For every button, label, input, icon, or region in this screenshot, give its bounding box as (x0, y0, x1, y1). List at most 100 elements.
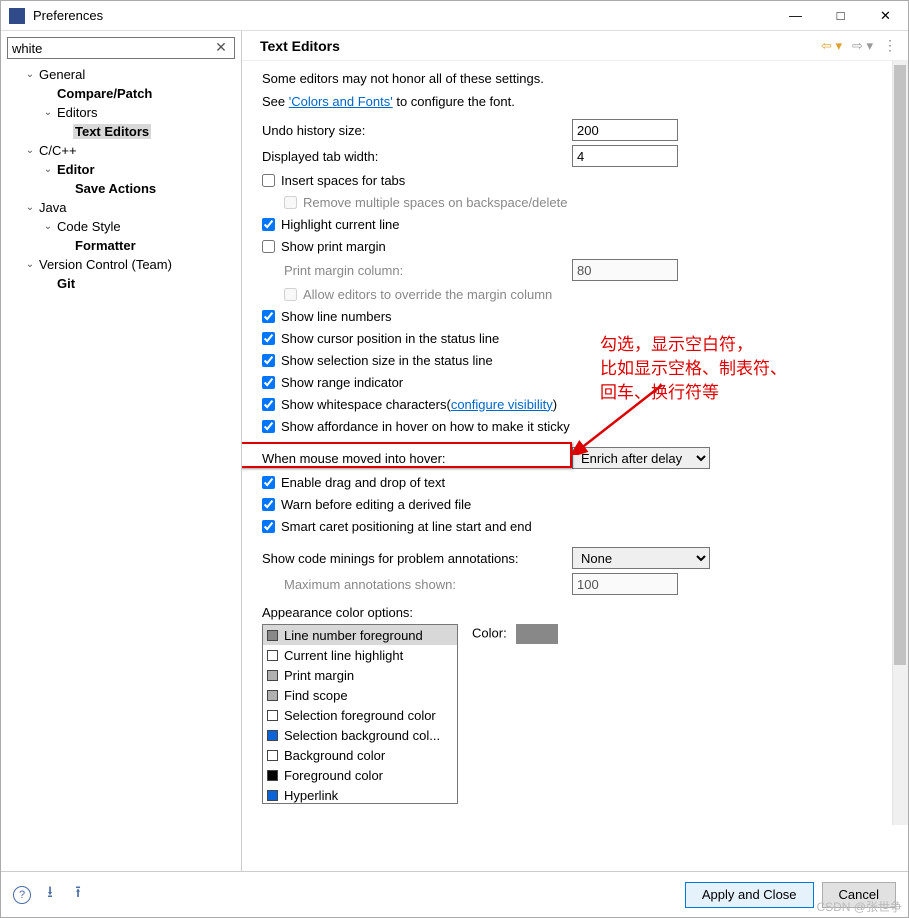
tree-item-label: Editors (55, 105, 99, 120)
sel-size-label: Show selection size in the status line (281, 353, 493, 368)
tree-item-label: Compare/Patch (55, 86, 154, 101)
colors-and-fonts-link[interactable]: 'Colors and Fonts' (289, 94, 393, 109)
tree-item[interactable]: ⌄Version Control (Team) (5, 255, 237, 274)
warn-derived-checkbox[interactable] (262, 498, 275, 511)
color-option-item[interactable]: Find scope (263, 685, 457, 705)
color-option-label: Selection foreground color (284, 708, 436, 723)
color-option-label: Background color (284, 748, 385, 763)
tree-item-label: C/C++ (37, 143, 79, 158)
search-input[interactable] (7, 37, 235, 59)
tree-item[interactable]: Compare/Patch (5, 84, 237, 103)
export-icon[interactable]: ⭱ (69, 886, 87, 904)
undo-history-input[interactable] (572, 119, 678, 141)
tree-item[interactable]: ⌄Code Style (5, 217, 237, 236)
mouse-hover-label: When mouse moved into hover: (262, 451, 572, 466)
apply-and-close-button[interactable]: Apply and Close (685, 882, 814, 908)
color-preview-button[interactable] (516, 624, 558, 644)
print-margin-col-label: Print margin column: (284, 263, 572, 278)
sel-size-checkbox[interactable] (262, 354, 275, 367)
tree-item[interactable]: Formatter (5, 236, 237, 255)
configure-visibility-link[interactable]: configure visibility (451, 397, 553, 412)
expand-arrow-icon[interactable]: ⌄ (23, 69, 37, 80)
max-annot-input (572, 573, 678, 595)
tree-item-label: Code Style (55, 219, 123, 234)
tree-item[interactable]: Text Editors (5, 122, 237, 141)
back-arrow-icon[interactable]: ⇦ ▾ (821, 38, 842, 54)
affordance-checkbox[interactable] (262, 420, 275, 433)
dnd-checkbox[interactable] (262, 476, 275, 489)
undo-history-label: Undo history size: (262, 123, 572, 138)
remove-multiple-label: Remove multiple spaces on backspace/dele… (303, 195, 567, 210)
scrollbar-thumb[interactable] (894, 65, 906, 665)
app-icon (9, 8, 25, 24)
cancel-button[interactable]: Cancel (822, 882, 896, 908)
max-annot-label: Maximum annotations shown: (284, 577, 572, 592)
page-menu-icon[interactable]: ⋮ (883, 37, 896, 54)
forward-arrow-icon[interactable]: ⇨ ▾ (852, 38, 873, 54)
import-icon[interactable]: ⭳ (41, 886, 59, 904)
color-option-item[interactable]: Current line highlight (263, 645, 457, 665)
highlight-line-checkbox[interactable] (262, 218, 275, 231)
color-option-item[interactable]: Line number foreground (263, 625, 457, 645)
cursor-pos-checkbox[interactable] (262, 332, 275, 345)
color-option-item[interactable]: Print margin (263, 665, 457, 685)
range-indicator-label: Show range indicator (281, 375, 403, 390)
expand-arrow-icon[interactable]: ⌄ (23, 145, 37, 156)
expand-arrow-icon[interactable]: ⌄ (41, 107, 55, 118)
color-label: Color: (472, 625, 507, 640)
expand-arrow-icon[interactable]: ⌄ (41, 164, 55, 175)
page-title: Text Editors (260, 38, 821, 54)
mouse-hover-select[interactable]: Enrich after delay (572, 447, 710, 469)
color-swatch-icon (267, 630, 278, 641)
whitespace-checkbox[interactable] (262, 398, 275, 411)
color-option-item[interactable]: Selection foreground color (263, 705, 457, 725)
expand-arrow-icon[interactable]: ⌄ (41, 221, 55, 232)
insert-spaces-checkbox[interactable] (262, 174, 275, 187)
color-options-list[interactable]: Line number foregroundCurrent line highl… (262, 624, 458, 804)
color-option-item[interactable]: Background color (263, 745, 457, 765)
minings-label: Show code minings for problem annotation… (262, 551, 572, 566)
tree-item[interactable]: ⌄Editor (5, 160, 237, 179)
whitespace-label: Show whitespace characters (281, 397, 446, 412)
intro-text: Some editors may not honor all of these … (262, 71, 888, 86)
color-option-label: Print margin (284, 668, 354, 683)
expand-arrow-icon[interactable]: ⌄ (23, 259, 37, 270)
color-swatch-icon (267, 690, 278, 701)
titlebar: Preferences — □ ✕ (1, 1, 908, 31)
minings-select[interactable]: None (572, 547, 710, 569)
line-numbers-checkbox[interactable] (262, 310, 275, 323)
tree-item[interactable]: ⌄Java (5, 198, 237, 217)
tree-item-label: Save Actions (73, 181, 158, 196)
line-numbers-label: Show line numbers (281, 309, 392, 324)
color-option-item[interactable]: Selection background col... (263, 725, 457, 745)
color-option-item[interactable]: Foreground color (263, 765, 457, 785)
maximize-button[interactable]: □ (818, 1, 863, 30)
minimize-button[interactable]: — (773, 1, 818, 30)
tab-width-label: Displayed tab width: (262, 149, 572, 164)
tab-width-input[interactable] (572, 145, 678, 167)
appearance-label: Appearance color options: (262, 605, 888, 620)
clear-search-icon[interactable]: ✕ (213, 39, 229, 55)
help-icon[interactable]: ? (13, 886, 31, 904)
tree-item[interactable]: Save Actions (5, 179, 237, 198)
smart-caret-checkbox[interactable] (262, 520, 275, 533)
close-button[interactable]: ✕ (863, 1, 908, 30)
color-option-label: Hyperlink (284, 788, 338, 803)
expand-arrow-icon[interactable]: ⌄ (23, 202, 37, 213)
color-swatch-icon (267, 750, 278, 761)
range-indicator-checkbox[interactable] (262, 376, 275, 389)
print-margin-checkbox[interactable] (262, 240, 275, 253)
tree-item-label: Text Editors (73, 124, 151, 139)
tree-item[interactable]: Git (5, 274, 237, 293)
tree-item[interactable]: ⌄General (5, 65, 237, 84)
allow-override-label: Allow editors to override the margin col… (303, 287, 552, 302)
category-tree: ⌄GeneralCompare/Patch⌄EditorsText Editor… (1, 65, 241, 293)
tree-item[interactable]: ⌄C/C++ (5, 141, 237, 160)
color-option-item[interactable]: Hyperlink (263, 785, 457, 804)
see-text: See 'Colors and Fonts' to configure the … (262, 94, 888, 109)
color-swatch-icon (267, 650, 278, 661)
sidebar: ✕ ⌄GeneralCompare/Patch⌄EditorsText Edit… (1, 31, 242, 871)
tree-item[interactable]: ⌄Editors (5, 103, 237, 122)
color-swatch-icon (267, 670, 278, 681)
cursor-pos-label: Show cursor position in the status line (281, 331, 499, 346)
